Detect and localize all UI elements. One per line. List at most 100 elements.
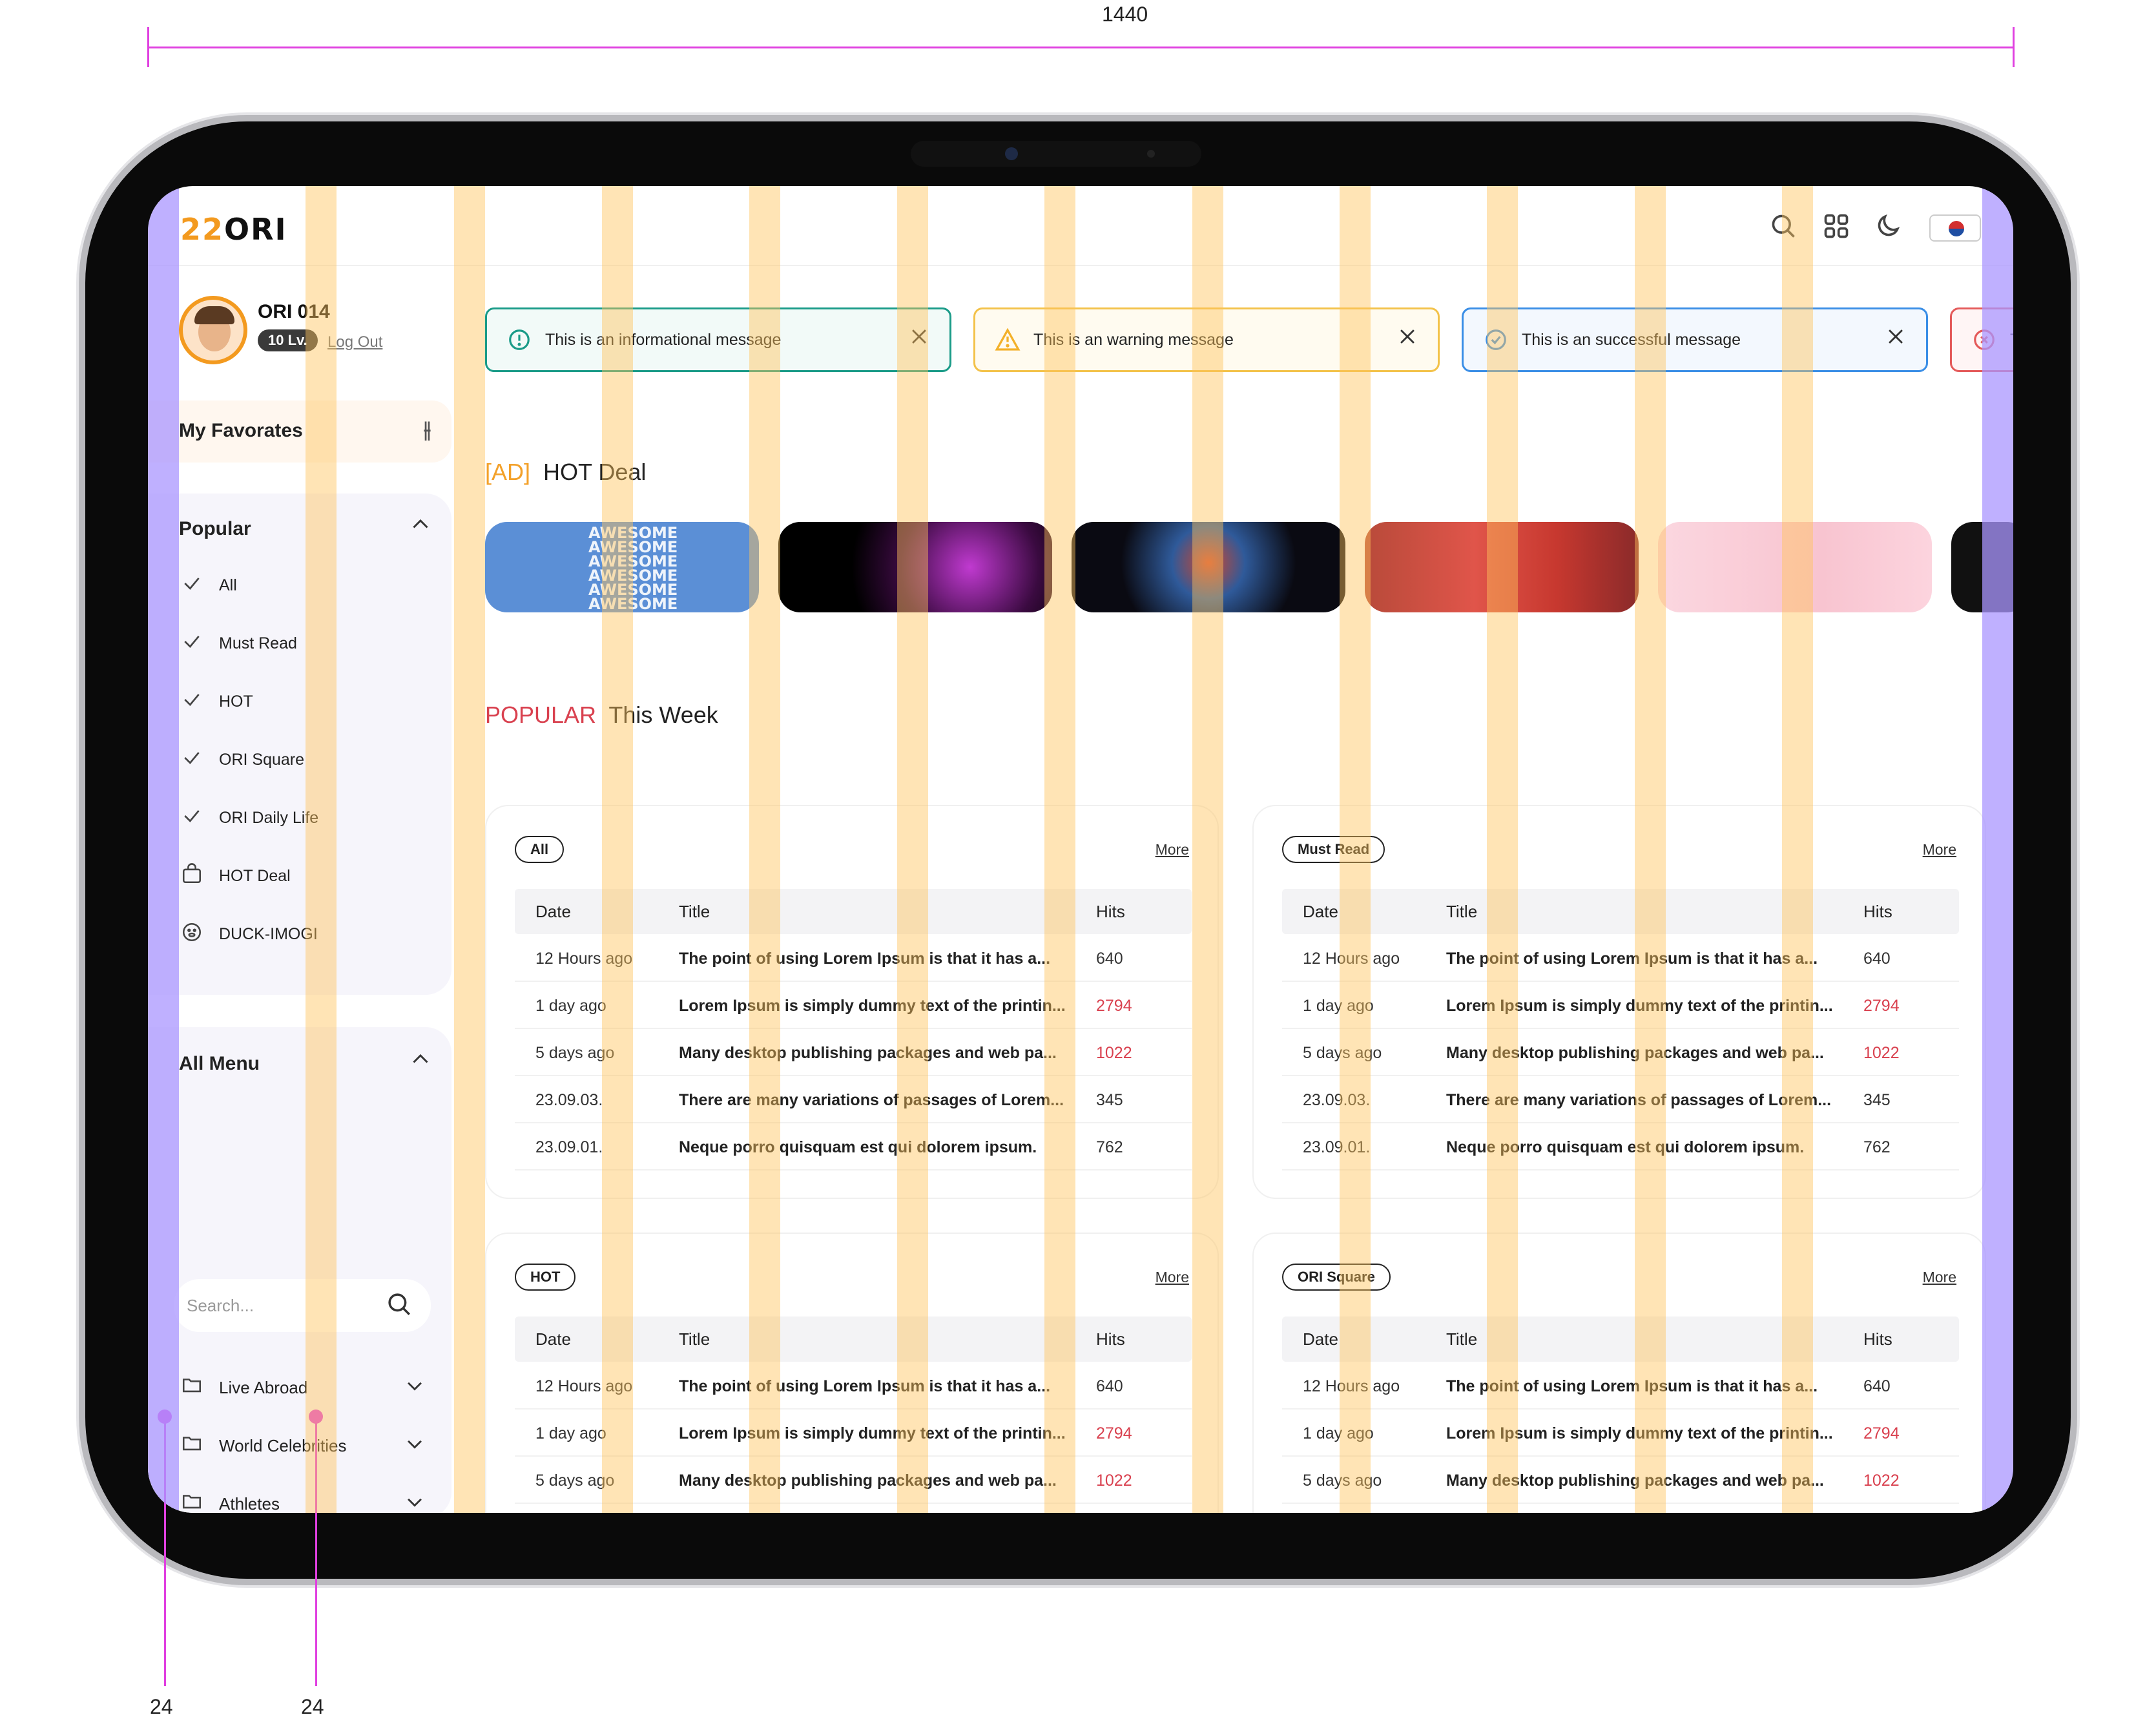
popular-card: ORI Square More Date Title Hits 12 Hours ago T…	[1252, 1233, 1986, 1513]
row-title[interactable]: The point of using Lorem Ipsum is that i…	[679, 1377, 1050, 1396]
popular-item[interactable]: Must Read	[179, 624, 297, 663]
menu-item[interactable]: Athletes	[179, 1484, 437, 1513]
avatar[interactable]	[179, 296, 247, 364]
menu-item-label: World Celebrities	[219, 1435, 347, 1455]
popular-title: Popular	[179, 518, 251, 539]
more-link[interactable]: More	[1156, 841, 1189, 859]
chevron-up-icon[interactable]	[409, 513, 432, 541]
ad-banner[interactable]	[1072, 522, 1345, 612]
menu-item-label: Live Abroad	[219, 1377, 308, 1397]
table-row[interactable]: 12 Hours ago The point of using Lorem Ips…	[515, 935, 1192, 982]
popular-item[interactable]: ORI Daily Life	[179, 798, 318, 837]
popular-item-label: Must Read	[219, 634, 297, 652]
table-row[interactable]: 1 day ago Lorem Ipsum is simply dummy tex…	[1282, 983, 1959, 1029]
search-icon[interactable]	[386, 1291, 413, 1324]
popular-card: HOT More Date Title Hits 12 Hours ago The poin…	[485, 1233, 1219, 1513]
table-row[interactable]: 1 day ago Lorem Ipsum is simply dummy tex…	[515, 1410, 1192, 1457]
popular-item[interactable]: DUCK-IMOGI	[179, 915, 318, 953]
table-row[interactable]: 12 Hours ago The point of using Lorem Ips…	[1282, 1363, 1959, 1410]
table-row[interactable]: 5 days ago Many desktop publishing packag…	[515, 1457, 1192, 1504]
close-icon[interactable]	[1885, 326, 1907, 354]
table-row[interactable]: 23.09.03.There are many variations of pa…	[1282, 1077, 1959, 1123]
row-title[interactable]: Neque porro quisquam est qui dolorem ips…	[1446, 1138, 1804, 1157]
col-title: Title	[1446, 1329, 1478, 1349]
more-link[interactable]: More	[1156, 1269, 1189, 1286]
grid-icon[interactable]	[1821, 212, 1852, 243]
gutter-marker-line	[164, 1415, 166, 1686]
category-tag[interactable]: ORI Square	[1282, 1264, 1391, 1291]
moon-icon[interactable]	[1872, 212, 1903, 243]
menu-search-field[interactable]: Search...	[174, 1279, 431, 1332]
row-title[interactable]: Many desktop publishing packages and web…	[679, 1044, 1057, 1063]
row-hits: 2794	[1096, 997, 1132, 1015]
row-title[interactable]: The point of using Lorem Ipsum is that i…	[1446, 950, 1818, 968]
flag-taeguk	[1949, 221, 1964, 236]
table-row[interactable]: 23.09.01. Neque porro quisquam est qui do…	[1282, 1124, 1959, 1171]
row-date: 1 day ago	[535, 1424, 606, 1442]
table-row[interactable]: 12 Hours ago The point of using Lorem Ips…	[515, 1363, 1192, 1410]
col-date: Date	[535, 1329, 571, 1349]
table-row[interactable]: 23.09.01. Neque porro quisquam est qui do…	[515, 1124, 1192, 1171]
row-hits: 1022	[1863, 1472, 1900, 1490]
row-title[interactable]: Lorem Ipsum is simply dummy text of the …	[1446, 1424, 1833, 1443]
popular-item[interactable]: HOT Deal	[179, 857, 291, 895]
logo[interactable]: 22ORI	[180, 212, 287, 247]
avatar-hair	[194, 306, 234, 324]
category-tag[interactable]: HOT	[515, 1264, 576, 1291]
category-tag[interactable]: All	[515, 836, 565, 863]
ad-banner[interactable]	[1658, 522, 1932, 612]
row-title[interactable]: Lorem Ipsum is simply dummy text of the …	[679, 997, 1066, 1015]
chevron-down-icon[interactable]	[404, 1433, 426, 1459]
check-icon	[179, 747, 205, 773]
row-title[interactable]: There are many variations of passages of…	[1446, 1091, 1831, 1110]
sliders-icon[interactable]: ⫲	[424, 417, 431, 442]
row-title[interactable]: There are many variations of passages of…	[679, 1091, 1064, 1110]
col-date: Date	[535, 902, 571, 921]
folder-icon	[179, 1432, 205, 1459]
popular-item[interactable]: All	[179, 566, 237, 605]
search-icon[interactable]	[1768, 212, 1799, 243]
row-title[interactable]: Neque porro quisquam est qui dolorem ips…	[679, 1138, 1037, 1157]
row-title[interactable]: The point of using Lorem Ipsum is that i…	[679, 950, 1050, 968]
close-icon[interactable]	[1396, 326, 1418, 354]
table-row[interactable]: 23.09.03.There are many variations of pa…	[515, 1077, 1192, 1123]
close-icon[interactable]	[908, 326, 930, 354]
ad-banner[interactable]	[1365, 522, 1639, 612]
row-date: 5 days ago	[535, 1472, 615, 1490]
table-row[interactable]: 5 days ago Many desktop publishing packag…	[1282, 1457, 1959, 1504]
menu-item[interactable]: World Celebrities	[179, 1426, 437, 1465]
row-title[interactable]: Lorem Ipsum is simply dummy text of the …	[679, 1424, 1066, 1443]
chevron-up-icon[interactable]	[409, 1048, 432, 1076]
menu-item[interactable]: Live Abroad	[179, 1368, 437, 1407]
row-title[interactable]: Many desktop publishing packages and web…	[679, 1472, 1057, 1490]
row-title[interactable]: Many desktop publishing packages and web…	[1446, 1044, 1824, 1063]
ad-banner[interactable]	[778, 522, 1052, 612]
popular-item[interactable]: HOT	[179, 682, 253, 721]
korea-flag-icon[interactable]	[1929, 214, 1981, 242]
alert-error: T	[1950, 307, 2013, 372]
row-title[interactable]: Lorem Ipsum is simply dummy text of the …	[1446, 997, 1833, 1015]
logout-link[interactable]: Log Out	[327, 333, 382, 351]
table-row[interactable]: 5 days ago Many desktop publishing packag…	[1282, 1030, 1959, 1076]
favorites-bar[interactable]: My Favorates ⫲	[148, 401, 451, 463]
row-date: 23.09.01.	[1303, 1138, 1371, 1156]
popular-item[interactable]: ORI Square	[179, 740, 304, 779]
category-tag[interactable]: Must Read	[1282, 836, 1385, 863]
ad-banner[interactable]: AWESOME AWESOME AWESOME AWESOME AWESOME AWESO…	[485, 522, 759, 612]
table-row[interactable]: 12 Hours ago The point of using Lorem Ips…	[1282, 935, 1959, 982]
more-link[interactable]: More	[1923, 841, 1956, 859]
row-date: 1 day ago	[1303, 1424, 1374, 1442]
row-title[interactable]: The point of using Lorem Ipsum is that i…	[1446, 1377, 1818, 1396]
table-row[interactable]: 23.09.03.There are many variations of pa…	[1282, 1504, 1959, 1513]
table-row[interactable]: 23.09.03.There are many variations of pa…	[515, 1504, 1192, 1513]
check-icon	[179, 573, 205, 598]
table-row[interactable]: 1 day ago Lorem Ipsum is simply dummy tex…	[515, 983, 1192, 1029]
more-link[interactable]: More	[1923, 1269, 1956, 1286]
ad-banner[interactable]	[1951, 522, 2013, 612]
check-icon	[179, 806, 205, 831]
row-title[interactable]: Many desktop publishing packages and web…	[1446, 1472, 1824, 1490]
chevron-down-icon[interactable]	[404, 1491, 426, 1514]
table-row[interactable]: 1 day ago Lorem Ipsum is simply dummy tex…	[1282, 1410, 1959, 1457]
table-row[interactable]: 5 days ago Many desktop publishing packag…	[515, 1030, 1192, 1076]
chevron-down-icon[interactable]	[404, 1375, 426, 1401]
